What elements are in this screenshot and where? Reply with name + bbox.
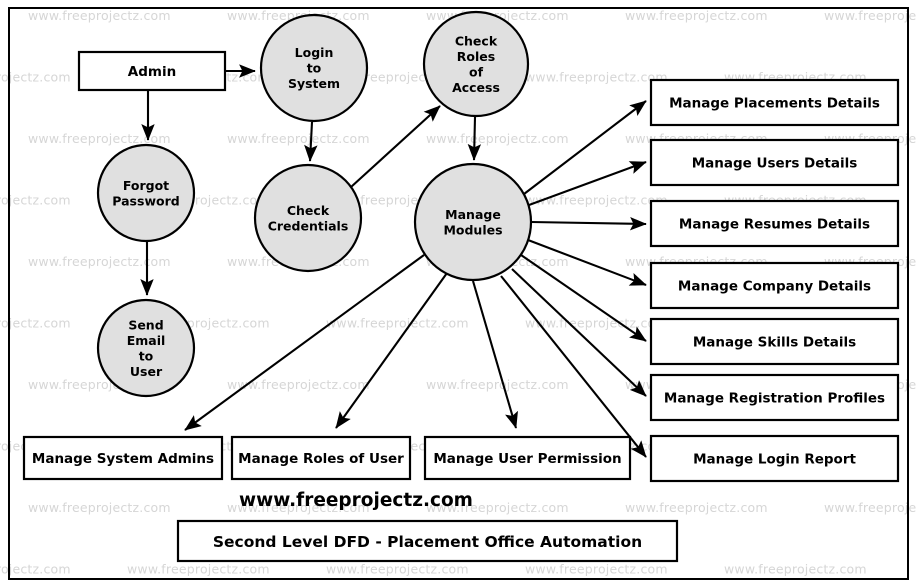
watermark-text: www.freeprojectz.com (724, 562, 867, 577)
send-email-to-user-label: to (139, 348, 154, 363)
watermark-text: www.freeprojectz.com (326, 562, 469, 577)
manage-users-details-label: Manage Users Details (692, 156, 858, 172)
datastore-manage-company-details[interactable]: Manage Company Details (649, 261, 900, 310)
dfd-diagram-svg: www.freeprojectz.com www.freeprojectz.com… (0, 0, 916, 587)
watermark-text: www.freeprojectz.com (525, 193, 668, 208)
watermark-text: www.freeprojectz.com (227, 131, 370, 146)
datastore-manage-login-report[interactable]: Manage Login Report (649, 434, 900, 483)
process-node-manage-modules[interactable]: ManageModules (413, 162, 533, 282)
check-roles-of-access-label: Access (452, 80, 500, 95)
watermark-text: www.freeprojectz.com (326, 316, 469, 331)
process-node-login-to-system[interactable]: LogintoSystem (259, 13, 369, 123)
manage-registration-profiles-label: Manage Registration Profiles (664, 391, 885, 407)
watermark-text: www.freeprojectz.com (426, 377, 569, 392)
datastore-manage-users-details[interactable]: Manage Users Details (649, 138, 900, 187)
manage-roles-of-user-label: Manage Roles of User (238, 451, 404, 467)
datastore-manage-resumes-details[interactable]: Manage Resumes Details (649, 199, 900, 248)
watermark-text: www.freeprojectz.com (824, 8, 916, 23)
check-roles-of-access-label: Check (455, 33, 498, 48)
login-to-system-label: System (288, 76, 340, 91)
diagram-title-group: Second Level DFD - Placement Office Auto… (176, 519, 679, 563)
datastore-manage-registration-profiles[interactable]: Manage Registration Profiles (649, 373, 900, 422)
watermark-text: www.freeprojectz.com (824, 500, 916, 515)
watermark-text: www.freeprojectz.com (426, 131, 569, 146)
watermark-text: www.freeprojectz.com (0, 316, 71, 331)
flow-check-roles-to-manage-modules (467, 116, 482, 161)
watermark-text: www.freeprojectz.com (0, 562, 71, 577)
footer-site-label: www.freeprojectz.com (239, 490, 473, 511)
manage-resumes-details-label: Manage Resumes Details (679, 217, 870, 233)
manage-company-details-label: Manage Company Details (678, 279, 871, 295)
check-roles-of-access-label: of (469, 64, 484, 79)
watermark-text: www.freeprojectz.com (625, 8, 768, 23)
manage-modules-label: Modules (443, 222, 502, 237)
manage-skills-details-label: Manage Skills Details (693, 335, 856, 351)
forgot-password-label: Password (112, 193, 179, 208)
login-to-system-label: to (307, 61, 322, 76)
manage-user-permission-label: Manage User Permission (433, 451, 621, 467)
process-node-check-credentials[interactable]: CheckCredentials (253, 163, 363, 273)
dfd-diagram-canvas: www.freeprojectz.com www.freeprojectz.com… (0, 0, 916, 587)
datastore-manage-placements-details[interactable]: Manage Placements Details (649, 78, 900, 127)
forgot-password-label: Forgot (123, 178, 169, 193)
process-node-check-roles-of-access[interactable]: CheckRolesofAccess (422, 10, 530, 118)
watermark-text: www.freeprojectz.com (127, 562, 270, 577)
check-roles-of-access-label: Roles (457, 49, 495, 64)
datastore-manage-skills-details[interactable]: Manage Skills Details (649, 317, 900, 366)
datastore-manage-user-permission[interactable]: Manage User Permission (423, 435, 632, 481)
check-credentials-label: Credentials (268, 218, 349, 233)
check-credentials-label: Check (287, 203, 330, 218)
watermark-text: www.freeprojectz.com (0, 70, 71, 85)
send-email-to-user-label: User (130, 364, 163, 379)
datastore-manage-roles-of-user[interactable]: Manage Roles of User (230, 435, 412, 481)
diagram-title-text: Second Level DFD - Placement Office Auto… (213, 533, 642, 551)
watermark-text: www.freeprojectz.com (28, 254, 171, 269)
watermark-text: www.freeprojectz.com (28, 500, 171, 515)
admin-entity-label: Admin (128, 64, 176, 80)
send-email-to-user-label: Email (127, 333, 166, 348)
watermark-text: www.freeprojectz.com (525, 562, 668, 577)
send-email-to-user-label: Send (128, 317, 163, 332)
datastore-manage-system-admins[interactable]: Manage System Admins (22, 435, 224, 481)
process-node-forgot-password[interactable]: ForgotPassword (96, 143, 196, 243)
watermark-text: www.freeprojectz.com (0, 193, 71, 208)
manage-modules-label: Manage (445, 207, 501, 222)
manage-placements-details-label: Manage Placements Details (669, 96, 880, 112)
manage-system-admins-label: Manage System Admins (32, 451, 214, 467)
watermark-text: www.freeprojectz.com (525, 70, 668, 85)
watermark-text: www.freeprojectz.com (525, 316, 668, 331)
process-node-send-email-to-user[interactable]: SendEmailtoUser (96, 298, 196, 398)
watermark-text: www.freeprojectz.com (28, 131, 171, 146)
watermark-text: www.freeprojectz.com (625, 500, 768, 515)
login-to-system-label: Login (295, 45, 334, 60)
watermark-text: www.freeprojectz.com (28, 8, 171, 23)
entity-layer: Admin (77, 50, 227, 92)
manage-login-report-label: Manage Login Report (693, 452, 856, 468)
